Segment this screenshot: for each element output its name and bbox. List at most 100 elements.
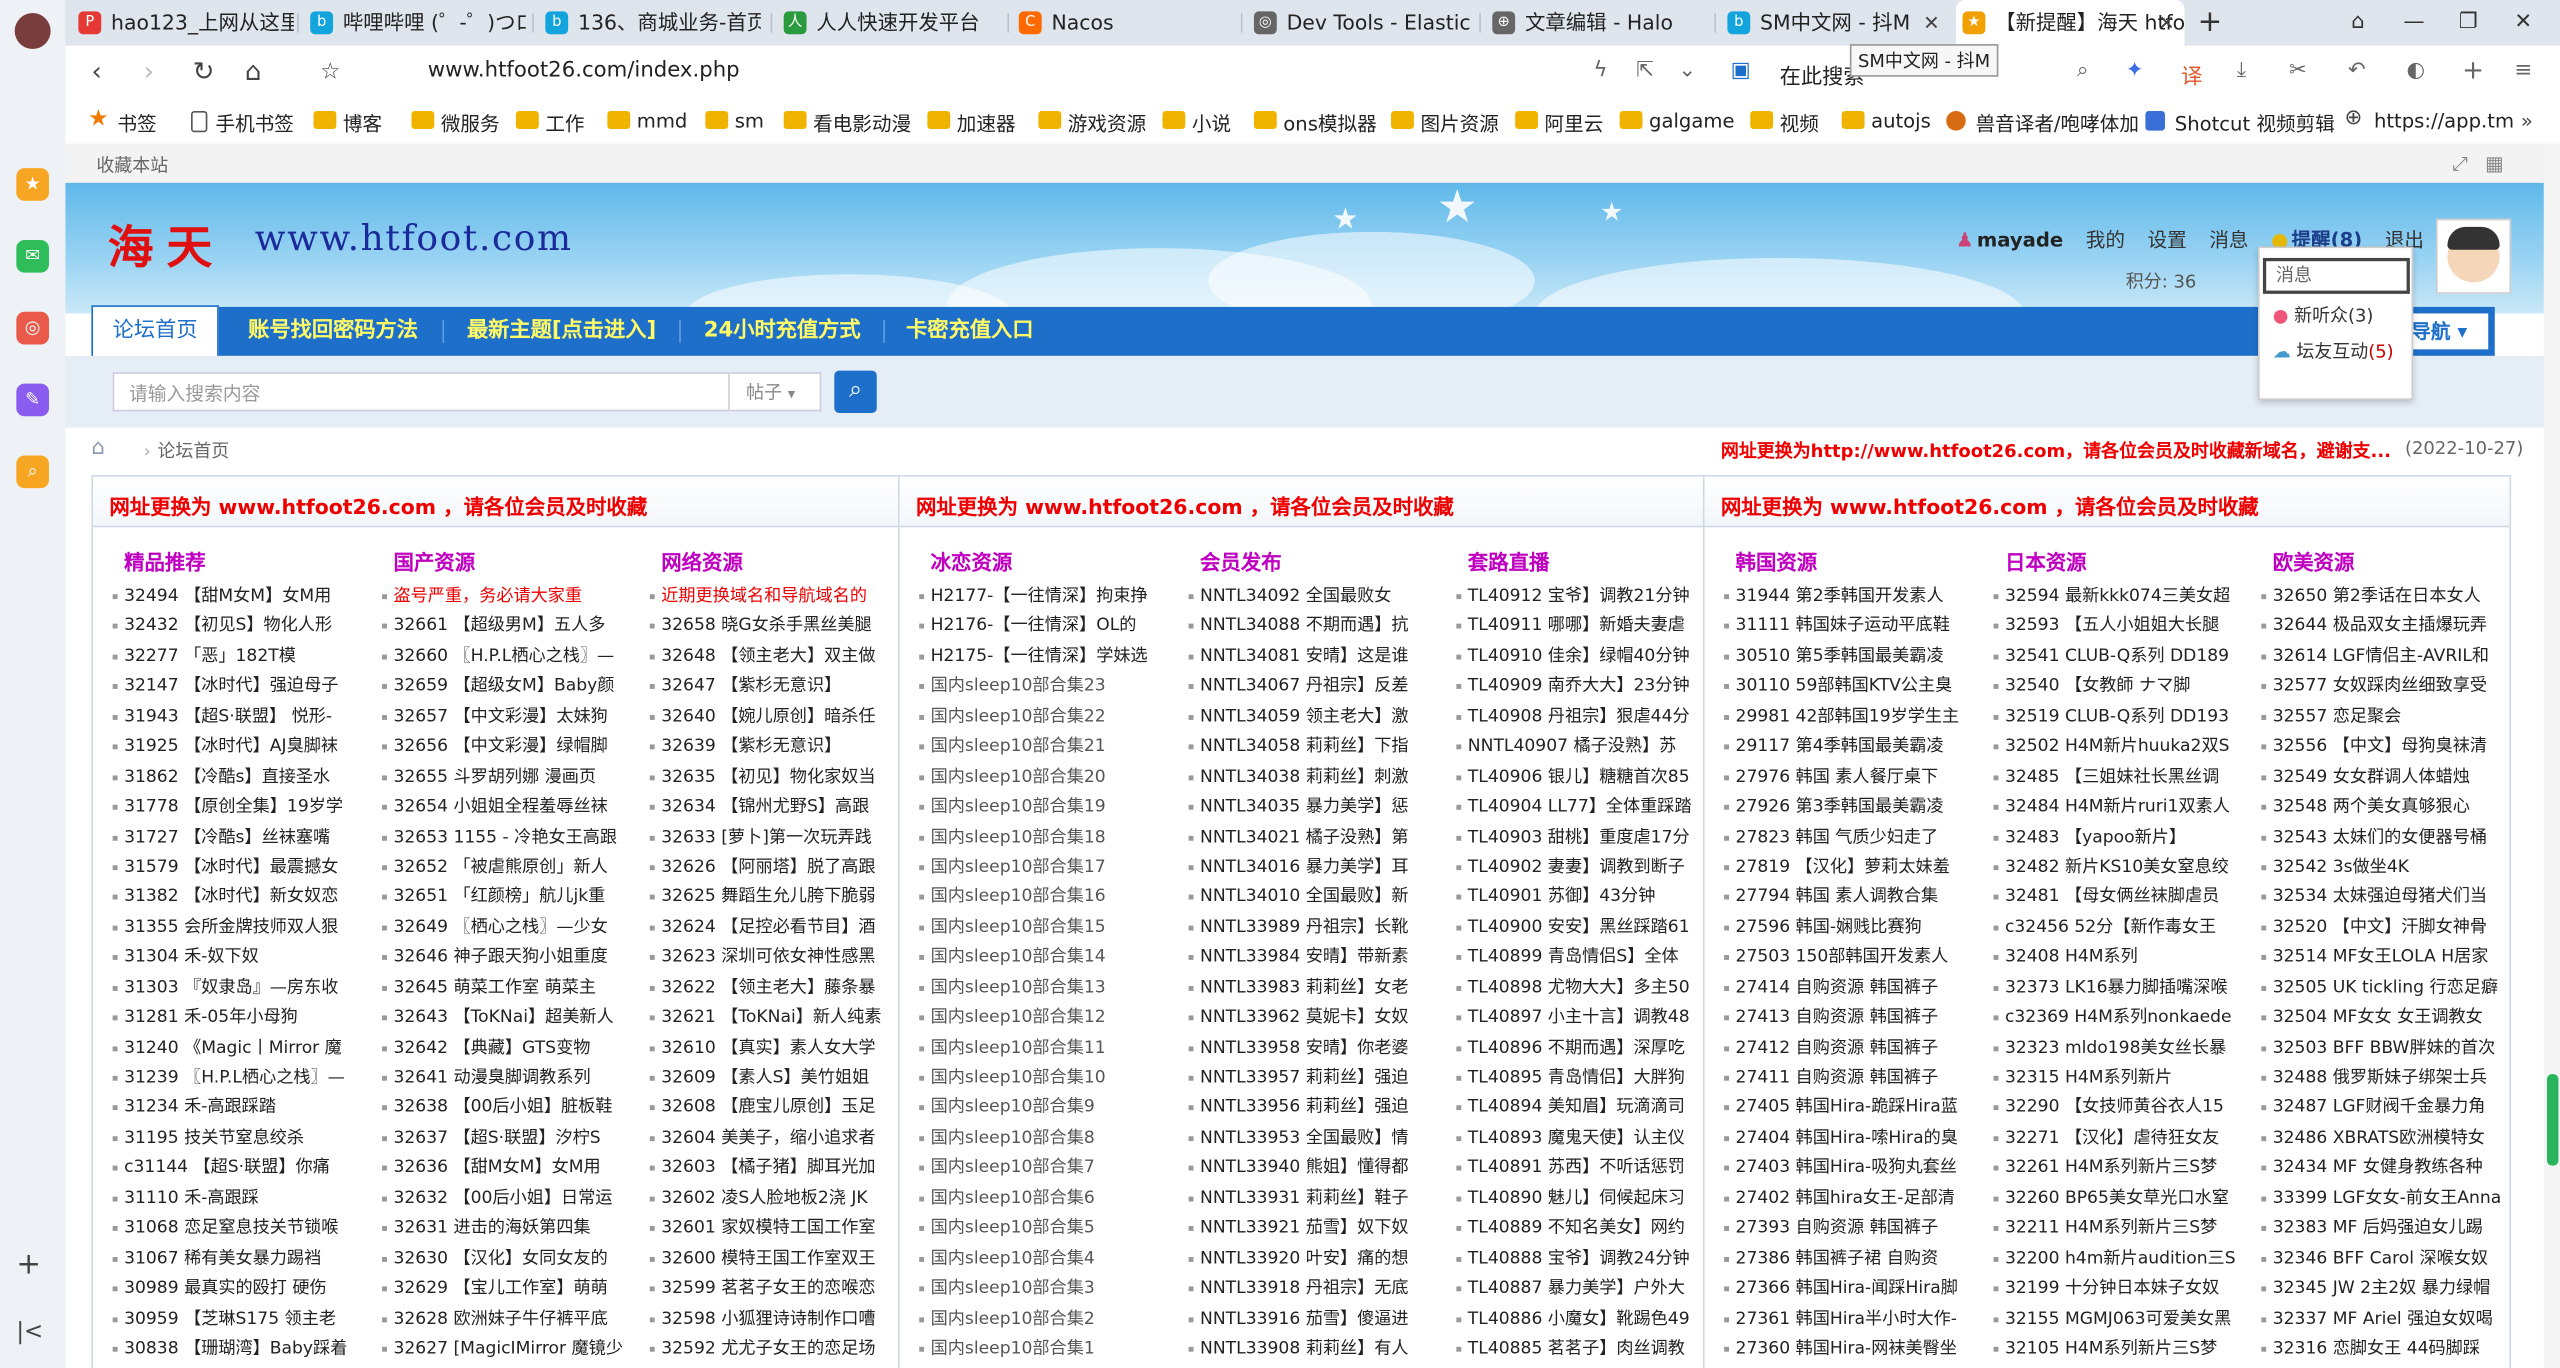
thread-link[interactable]: 31778 【原创全集】19岁学 (109, 792, 370, 822)
thread-link[interactable]: 32603 【橘子猪】脚耳光加 (647, 1153, 898, 1183)
thread-link[interactable]: 27404 韩国Hira-嗦Hira的臭 (1721, 1123, 1982, 1153)
thread-link[interactable]: NNTL40907 橘子没熟】苏 (1453, 732, 1704, 762)
thread-link[interactable]: 32657 【中文彩漫】太妹狗 (379, 702, 640, 732)
thread-link[interactable]: 32504 MF女女 女王调教女 (2258, 1003, 2509, 1033)
thread-link[interactable]: TL40900 安安】黑丝踩踏61 (1453, 912, 1704, 942)
thread-link[interactable]: NNTL33931 莉莉丝】鞋子 (1185, 1183, 1446, 1213)
home-icon[interactable]: ⌂ (91, 436, 104, 460)
thread-link[interactable]: 29117 第4季韩国最美霸凌 (1721, 732, 1982, 762)
thread-link[interactable]: 盗号严重，务必请大家重 (379, 581, 640, 611)
thread-link[interactable]: 31234 禾-高跟踩踏 (109, 1093, 370, 1123)
bookmark-item[interactable]: 兽音译者/咆哮体加 (1946, 109, 2155, 137)
thread-link[interactable]: TL40888 宝爷】调教24分钟 (1453, 1243, 1704, 1273)
thread-link[interactable]: 32485 【三姐妹社长黑丝调 (1990, 762, 2251, 792)
thread-link[interactable]: H2176-【一往情深】OL的 (916, 611, 1177, 641)
messages-link[interactable]: 消息 (2209, 229, 2248, 252)
notif-listeners-item[interactable]: ● 新听众(3) (2273, 302, 2374, 328)
tab-renren[interactable]: 人人人快速开发平台 (777, 0, 999, 46)
search-tool-icon[interactable]: ⌕ (16, 455, 49, 489)
thread-link[interactable]: 国内sleep10部合集6 (916, 1183, 1177, 1213)
tab-sm[interactable]: b SM中文网 - 抖M ✕ (1721, 0, 1950, 46)
thread-link[interactable]: 32373 LK16暴力脚插嘴深喉 (1990, 972, 2251, 1002)
minimize-icon[interactable]: — (2403, 0, 2424, 46)
thread-link[interactable]: 31239 〖H.P.L栖心之栈〗— (109, 1063, 370, 1093)
thread-link[interactable]: 32635 【初见】物化家奴当 (647, 762, 898, 792)
thread-link[interactable]: TL40891 苏西】不听话惩罚 (1453, 1153, 1704, 1183)
tab-elastic[interactable]: ◎ Dev Tools - Elastic (1247, 0, 1469, 46)
section-title[interactable]: 套路直播 (1453, 545, 1704, 581)
bookmark-folder[interactable]: mmd (607, 109, 687, 132)
section-title[interactable]: 日本资源 (1990, 545, 2251, 581)
thread-link[interactable]: 31068 恋足窒息技关节锁喉 (109, 1213, 370, 1243)
reload-icon[interactable]: ↻ (193, 56, 215, 87)
notif-interact-item[interactable]: ☁ 坛友互动(5) (2273, 338, 2394, 364)
thread-link[interactable]: H2177-【一往情深】拘束挣 (916, 581, 1177, 611)
thread-link[interactable]: 32277 「恶」182T模 (109, 641, 370, 671)
thread-link[interactable]: 27823 韩国 气质少妇走了 (1721, 822, 1982, 852)
thread-link[interactable]: 国内sleep10部合集14 (916, 942, 1177, 972)
thread-link[interactable]: 31067 稀有美女暴力踢裆 (109, 1243, 370, 1273)
thread-link[interactable]: 32614 LGF情侣主-AVRIL和 (2258, 641, 2509, 671)
thread-link[interactable]: 31944 第2季韩国开发素人 (1721, 581, 1982, 611)
nav-latest-topics[interactable]: 最新主题[点击进入] (467, 307, 656, 356)
thread-link[interactable]: 国内sleep10部合集12 (916, 1003, 1177, 1033)
thread-link[interactable]: TL40909 南乔大大】23分钟 (1453, 671, 1704, 701)
thread-link[interactable]: 国内sleep10部合集11 (916, 1033, 1177, 1063)
thread-link[interactable]: 国内sleep10部合集15 (916, 912, 1177, 942)
thread-link[interactable]: 32494 【甜M女M】女M用 (109, 581, 370, 611)
thread-link[interactable]: c32456 52分【新作毒女王 (1990, 912, 2251, 942)
thread-link[interactable]: 31110 禾-高跟踩 (109, 1183, 370, 1213)
more-bookmarks-icon[interactable]: » (2521, 109, 2533, 132)
back-icon[interactable]: ‹ (91, 56, 101, 87)
thread-link[interactable]: 国内sleep10部合集5 (916, 1213, 1177, 1243)
thread-link[interactable]: TL40897 小主十言】调教48 (1453, 1003, 1704, 1033)
thread-link[interactable]: 32147 【冰时代】强迫母子 (109, 671, 370, 701)
tab-nacos[interactable]: C Nacos (1012, 0, 1234, 46)
thread-link[interactable]: 30959 【芝琳S175 领主老 (109, 1304, 370, 1334)
thread-link[interactable]: 32645 萌菜工作室 萌菜主 (379, 972, 640, 1002)
bookmark-folder[interactable]: 博客 (313, 109, 382, 137)
thread-link[interactable]: TL40902 妻妻】调教到断子 (1453, 852, 1704, 882)
thread-link[interactable]: 32540 【女教師 ナマ脚 (1990, 671, 2251, 701)
thread-link[interactable]: 32655 斗罗胡列娜 漫画页 (379, 762, 640, 792)
thread-link[interactable]: 近期更换域名和导航域名的 (647, 581, 898, 611)
thread-link[interactable]: NNTL33989 丹祖宗】长靴 (1185, 912, 1446, 942)
collect-site-link[interactable]: 收藏本站 (96, 152, 168, 178)
thread-link[interactable]: NNTL33921 茄雪】奴下奴 (1185, 1213, 1446, 1243)
column-header-text[interactable]: 网址更换为 www.htfoot26.com ，请各位会员及时收藏 (109, 490, 647, 521)
scissors-icon[interactable]: ✂ (2289, 59, 2307, 83)
thread-link[interactable]: 32503 BFF BBW胖妹的首次 (2258, 1033, 2509, 1063)
bookmark-item[interactable]: ⊕ https://app.tm (2345, 109, 2538, 132)
add-sidebar-icon[interactable]: + (16, 1247, 41, 1281)
thread-link[interactable]: 32637 【超S·联盟】汐柠S (379, 1123, 640, 1153)
search-submit-button[interactable]: ⌕ (834, 370, 877, 414)
tab-halo[interactable]: ⊕ 文章编辑 - Halo (1486, 0, 1708, 46)
thread-link[interactable]: 32155 MGMJ063可爱美女黑 (1990, 1304, 2251, 1334)
bookmark-folder[interactable]: 微服务 (411, 109, 500, 137)
thread-link[interactable]: 27412 自购资源 韩国裤子 (1721, 1033, 1982, 1063)
thread-link[interactable]: 29981 42部韩国19岁学生主 (1721, 702, 1982, 732)
thread-link[interactable]: 国内sleep10部合集1 (916, 1334, 1177, 1364)
thread-link[interactable]: 32602 凌S人脸地板2浇 JK (647, 1183, 898, 1213)
wechat-icon[interactable]: ✉ (16, 239, 49, 273)
chevron-down-icon[interactable]: ⌄ (1678, 59, 1696, 83)
thread-link[interactable]: 27794 韩国 素人调教合集 (1721, 882, 1982, 912)
thread-link[interactable]: 32654 小姐姐全程羞辱丝袜 (379, 792, 640, 822)
thread-link[interactable]: 国内sleep10部合集3 (916, 1273, 1177, 1303)
shirt-icon[interactable]: ⌂ (2351, 0, 2364, 46)
thread-link[interactable]: 32647 【紫杉无意识】 (647, 671, 898, 701)
thread-link[interactable]: TL40906 银儿】糖糖首次85 (1453, 762, 1704, 792)
thread-link[interactable]: 32646 神子跟天狗小姐重度 (379, 942, 640, 972)
thread-link[interactable]: 30838 【珊瑚湾】Baby踩着 (109, 1334, 370, 1364)
thread-link[interactable]: 32625 舞蹈生允儿胯下脆弱 (647, 882, 898, 912)
thread-link[interactable]: 32556 【中文】母狗臭袜清 (2258, 732, 2509, 762)
thread-link[interactable]: 32661 【超级男M】五人多 (379, 611, 640, 641)
thread-link[interactable]: 32271 【汉化】虐待狂女友 (1990, 1123, 2251, 1153)
thread-link[interactable]: 32557 恋足聚会 (2258, 702, 2509, 732)
thread-link[interactable]: H2175-【一往情深】学妹选 (916, 641, 1177, 671)
nav-card-recharge[interactable]: 卡密充值入口 (906, 307, 1033, 356)
thread-link[interactable]: 国内sleep10部合集7 (916, 1153, 1177, 1183)
thread-link[interactable]: TL40887 暴力美学】户外大 (1453, 1273, 1704, 1303)
thread-link[interactable]: 32609 【素人S】美竹姐姐 (647, 1063, 898, 1093)
thread-link[interactable]: 32484 H4M新片ruri1双素人 (1990, 792, 2251, 822)
